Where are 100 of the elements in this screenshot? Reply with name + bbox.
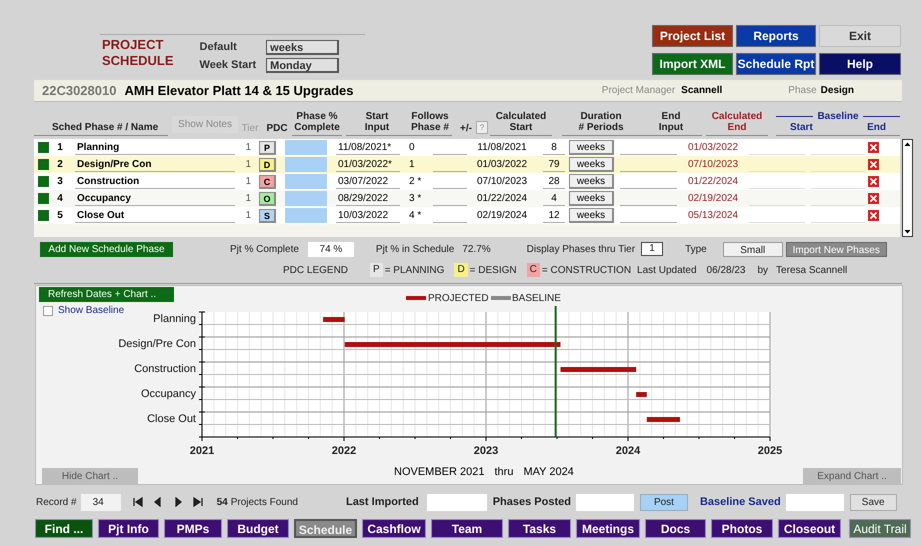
nav-button[interactable]: Import XML — [652, 52, 733, 74]
axis-label: Construction — [134, 363, 196, 375]
table-cell-text: 05/13/2024 — [686, 209, 740, 223]
field-label: Week Start — [200, 58, 256, 73]
field-label: Default — [200, 40, 238, 55]
table-row[interactable]: 3 Construction 1 C 03/07/2022 2 * 07/10/2023 28 weeks 01/22/2024 — [34, 173, 900, 190]
nav-button[interactable]: Exit — [819, 25, 901, 47]
duration-field[interactable]: 8 — [543, 140, 565, 155]
legend-swatch: C — [526, 263, 540, 277]
unit-dropdown[interactable]: weeks — [569, 140, 614, 155]
axis-label: 2022 — [332, 445, 356, 457]
field-label: Last Updated — [637, 264, 697, 278]
name-field[interactable]: Planning — [75, 140, 235, 155]
save-button[interactable]: Save — [850, 494, 897, 510]
hide-chart-button[interactable]: Hide Chart .. — [42, 468, 138, 485]
range-label: MAY 2024 — [523, 465, 574, 480]
nav-button[interactable]: Project List — [652, 25, 733, 47]
duration-field[interactable]: 79 — [543, 157, 565, 172]
table-cell-text: 11/08/2021 — [476, 141, 528, 155]
scrollbar[interactable] — [902, 139, 913, 237]
column-header: Duration # Periods — [562, 111, 640, 136]
add-phase-button[interactable]: Add New Schedule Phase — [40, 242, 173, 256]
refresh-chart-button[interactable]: Refresh Dates + Chart .. — [39, 287, 174, 302]
first-record-icon[interactable] — [132, 497, 143, 507]
percent-field[interactable]: 74 % — [308, 242, 354, 256]
duration-field[interactable]: 28 — [543, 174, 565, 189]
tab[interactable]: Meetings — [576, 519, 640, 538]
tab[interactable]: Find ... — [35, 519, 93, 538]
percent-field[interactable] — [285, 208, 327, 223]
legend-text: = DESIGN — [470, 264, 517, 278]
post-button[interactable]: Post — [640, 494, 688, 510]
nav-button[interactable]: Help — [819, 52, 901, 74]
name-field[interactable]: Close Out — [75, 208, 235, 223]
unit-dropdown[interactable]: weeks — [569, 191, 614, 206]
tier-field[interactable]: 1 — [641, 242, 664, 256]
status-square — [38, 193, 49, 204]
name-field[interactable]: Design/Pre Con — [75, 157, 235, 172]
table-row[interactable]: 4 Occupancy 1 O 08/29/2022 3 * 01/22/2024 4 weeks 02/19/2024 — [34, 190, 900, 207]
nav-button[interactable]: Schedule Rpt — [736, 52, 816, 74]
record-field[interactable]: 34 — [80, 494, 121, 510]
percent-field[interactable] — [285, 174, 327, 189]
tab[interactable]: Closeout — [778, 519, 841, 538]
date-field[interactable]: 11/08/2021* — [336, 140, 400, 155]
pdc-badge[interactable]: C — [259, 174, 276, 188]
pdc-badge[interactable]: D — [259, 158, 276, 172]
duration-field[interactable]: 12 — [543, 208, 565, 223]
duration-field[interactable]: 4 — [543, 191, 565, 206]
table-row[interactable]: 2 Design/Pre Con 1 D 01/03/2022* 1 01/03/2022 79 weeks 07/10/2023 — [34, 156, 900, 173]
table-row[interactable]: 5 Close Out 1 S 10/03/2022 4 * 02/19/2024 12 weeks 05/13/2024 — [34, 207, 900, 224]
tab[interactable]: Audit Trail — [849, 519, 911, 538]
date-field[interactable]: 10/03/2022 — [336, 208, 400, 223]
date-field[interactable]: 08/29/2022 — [336, 191, 400, 206]
input-field[interactable] — [786, 494, 844, 510]
unit-dropdown[interactable]: weeks — [569, 157, 614, 172]
name-field[interactable]: Construction — [75, 174, 235, 189]
dropdown-field[interactable]: Monday — [266, 58, 340, 73]
pdc-badge[interactable]: S — [259, 208, 276, 222]
dropdown-field[interactable]: weeks — [266, 40, 340, 55]
checkbox[interactable] — [43, 306, 53, 316]
project-name: AMH Elevator Platt 14 & 15 Upgrades — [124, 82, 354, 100]
unit-dropdown[interactable]: weeks — [569, 174, 614, 189]
name-field[interactable]: Occupancy — [75, 191, 235, 206]
tab[interactable]: Cashflow — [362, 519, 426, 538]
unit-dropdown[interactable]: weeks — [569, 208, 614, 223]
table-cell-text: 1 — [244, 209, 251, 223]
input-field[interactable] — [576, 494, 634, 510]
delete-icon[interactable] — [868, 159, 879, 170]
table-cell-text: 3 * — [409, 192, 422, 206]
scroll-down-icon[interactable] — [903, 227, 912, 236]
nav-button[interactable]: Reports — [736, 25, 816, 47]
pdc-badge[interactable]: O — [259, 192, 276, 206]
expand-chart-button[interactable]: Expand Chart .. — [803, 468, 901, 485]
last-record-icon[interactable] — [192, 497, 203, 507]
date-field[interactable]: 03/07/2022 — [336, 174, 400, 189]
tab[interactable]: PMPs — [164, 519, 222, 538]
table-cell-text: 5 — [56, 209, 64, 223]
scroll-up-icon[interactable] — [903, 140, 912, 149]
delete-icon[interactable] — [868, 142, 879, 153]
tab[interactable]: Budget — [227, 519, 289, 538]
pdc-badge[interactable]: P — [259, 140, 276, 154]
tab[interactable]: Team — [431, 519, 503, 538]
delete-icon[interactable] — [868, 176, 879, 187]
type-dropdown[interactable]: Small — [722, 242, 783, 256]
delete-icon[interactable] — [868, 193, 879, 204]
previous-icon[interactable] — [152, 497, 163, 507]
column-header: Start Input — [346, 111, 408, 136]
tab[interactable]: Photos — [711, 519, 773, 538]
tab[interactable]: Tasks — [508, 519, 571, 538]
percent-field[interactable] — [285, 191, 327, 206]
table-cell-text: 2 — [56, 158, 64, 172]
percent-field[interactable] — [285, 140, 327, 155]
field-label: PDC LEGEND — [283, 264, 348, 278]
tab[interactable]: Docs — [645, 519, 706, 538]
delete-icon[interactable] — [868, 210, 879, 221]
date-field[interactable]: 01/03/2022* — [336, 157, 400, 172]
tab[interactable]: Pjt Info — [98, 519, 159, 538]
table-row[interactable]: 1 Planning 1 P 11/08/2021* 0 11/08/2021 8 weeks 01/03/2022 — [34, 139, 900, 156]
percent-field[interactable] — [285, 157, 327, 172]
input-field[interactable] — [426, 494, 487, 510]
next-icon[interactable] — [172, 497, 183, 507]
